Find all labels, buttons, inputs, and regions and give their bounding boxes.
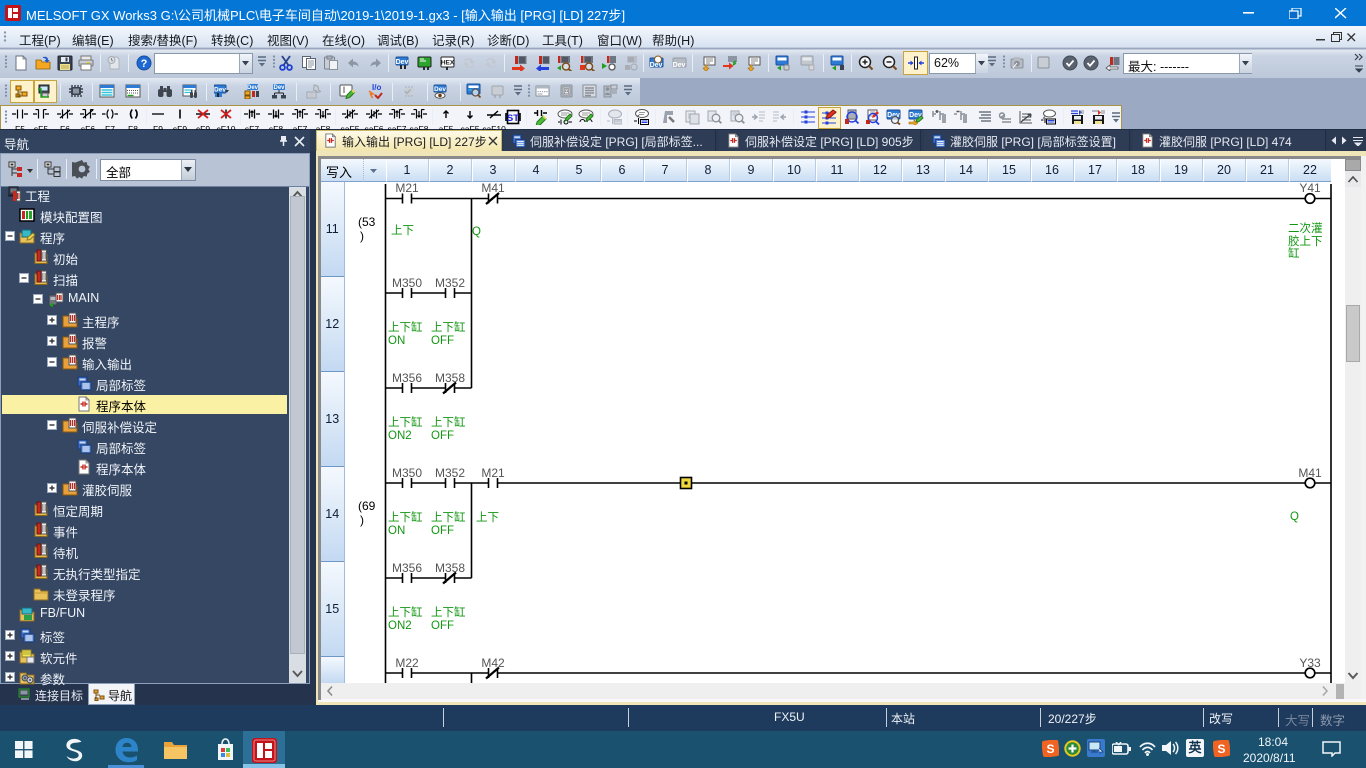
svg-text:Dev: Dev	[673, 62, 686, 69]
svg-text:Dev: Dev	[434, 86, 446, 93]
svg-text:Dev: Dev	[214, 87, 226, 94]
svg-text:I/o: I/o	[372, 83, 381, 92]
svg-text:Dev: Dev	[396, 59, 409, 66]
svg-text:S: S	[1046, 742, 1054, 756]
svg-text:Dev: Dev	[650, 62, 663, 69]
svg-text:回: 回	[563, 89, 569, 96]
svg-text:S: S	[1217, 742, 1225, 756]
svg-text:ST: ST	[507, 113, 519, 124]
svg-text:Dev: Dev	[247, 85, 259, 91]
svg-text:?: ?	[141, 58, 148, 70]
svg-text:I: I	[343, 85, 346, 95]
svg-text:HEX: HEX	[441, 60, 455, 67]
